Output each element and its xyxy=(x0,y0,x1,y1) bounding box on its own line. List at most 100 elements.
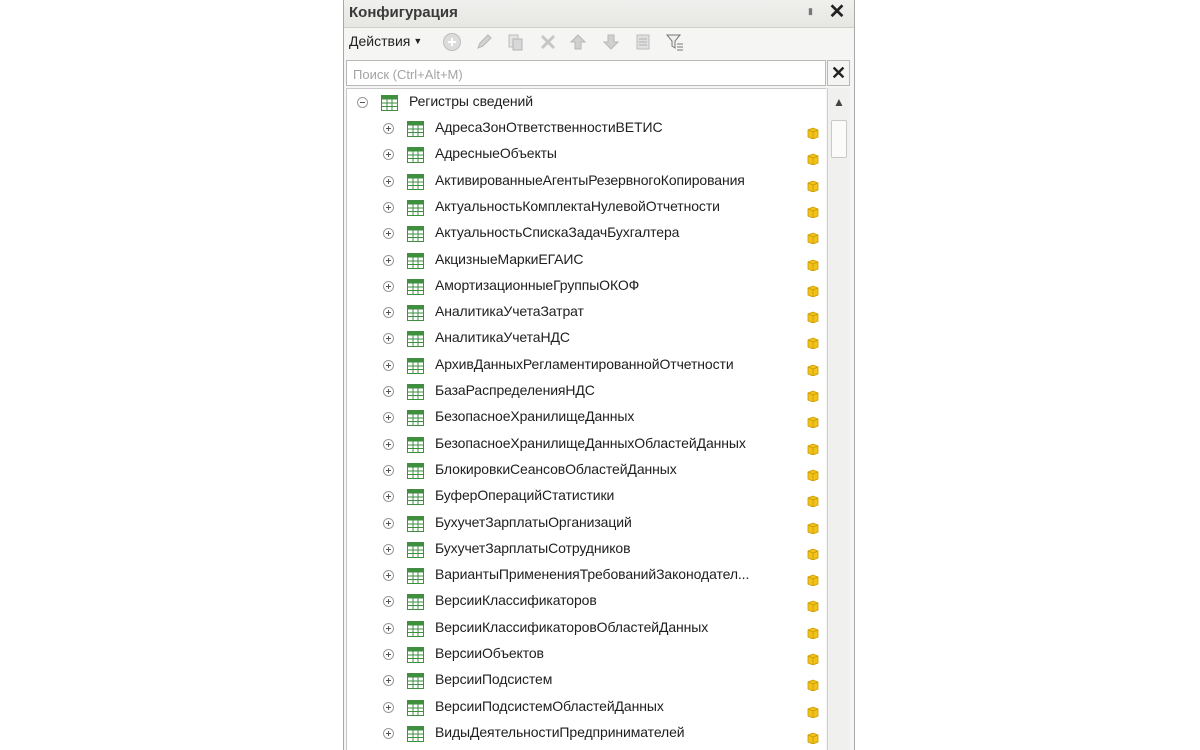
register-icon xyxy=(407,489,424,506)
scroll-up-icon[interactable]: ▲ xyxy=(831,90,847,114)
tree-item[interactable]: БухучетЗарплатыОрганизаций xyxy=(347,511,825,537)
register-icon xyxy=(407,410,424,427)
expand-icon[interactable] xyxy=(383,570,394,582)
expand-icon[interactable] xyxy=(383,622,394,634)
delete-icon[interactable] xyxy=(538,32,558,52)
tree-item[interactable]: АналитикаУчетаНДС xyxy=(347,326,825,352)
tree-item[interactable]: БлокировкиСеансовОбластейДанных xyxy=(347,458,825,484)
expand-icon[interactable] xyxy=(383,464,394,476)
register-icon xyxy=(407,357,424,374)
supported-object-icon xyxy=(807,285,819,297)
expand-icon[interactable] xyxy=(383,543,394,555)
register-icon xyxy=(407,594,424,611)
register-icon xyxy=(407,515,424,532)
edit-icon[interactable] xyxy=(474,32,494,52)
sort-icon[interactable] xyxy=(633,32,653,52)
register-icon xyxy=(407,620,424,637)
tree-item[interactable]: АктуальностьКомплектаНулевойОтчетности xyxy=(347,195,825,221)
expand-icon[interactable] xyxy=(383,386,394,397)
expand-icon[interactable] xyxy=(383,649,394,660)
expand-icon[interactable] xyxy=(383,149,394,161)
move-down-icon[interactable] xyxy=(601,32,621,52)
actions-menu-button[interactable]: Действия ▼ xyxy=(349,33,422,49)
filter-icon[interactable] xyxy=(665,32,685,52)
register-icon xyxy=(407,384,424,400)
tree-item-label: АналитикаУчетаЗатрат xyxy=(435,303,584,320)
expand-icon[interactable] xyxy=(383,175,394,187)
tree-item[interactable]: АктивированныеАгентыРезервногоКопировани… xyxy=(347,169,825,195)
expand-icon[interactable] xyxy=(383,412,394,424)
tree-item[interactable]: АкцизныеМаркиЕГАИС xyxy=(347,248,825,274)
tree-item[interactable]: ВерсииПодсистем xyxy=(347,668,825,694)
supported-object-icon xyxy=(807,337,819,350)
tree-item[interactable]: ВерсииОбъектов xyxy=(347,642,825,668)
supported-object-icon xyxy=(807,311,819,324)
tree-item[interactable]: БезопасноеХранилищеДанныхОбластейДанных xyxy=(347,432,825,458)
chevron-down-icon: ▼ xyxy=(413,36,423,46)
tree-item[interactable]: АмортизационныеГруппыОКОФ xyxy=(347,274,825,300)
tree-item-label: ВерсииКлассификаторов xyxy=(435,592,597,609)
search-clear-button[interactable]: ✕ xyxy=(827,60,850,86)
actions-menu-label: Действия xyxy=(349,33,411,49)
register-icon xyxy=(407,226,424,243)
expand-icon[interactable] xyxy=(383,228,394,240)
pin-icon[interactable]: ▮ xyxy=(808,5,815,17)
tree-item-label: АкцизныеМаркиЕГАИС xyxy=(435,250,584,267)
register-icon xyxy=(407,673,424,690)
register-icon xyxy=(407,252,424,269)
expand-icon[interactable] xyxy=(383,727,394,739)
expand-icon[interactable] xyxy=(383,254,394,266)
supported-object-icon xyxy=(807,469,819,481)
expand-icon[interactable] xyxy=(383,438,394,450)
tree-item[interactable]: ВерсииКлассификаторов xyxy=(347,589,825,615)
tree-item[interactable]: ВариантыПримененияТребованийЗаконодател.… xyxy=(347,563,825,589)
tree-item[interactable]: АдресаЗонОтветственностиВЕТИС xyxy=(347,116,825,142)
tree-item-label: АналитикаУчетаНДС xyxy=(435,329,570,346)
tree-item[interactable]: АналитикаУчетаЗатрат xyxy=(347,300,825,326)
tree-root-registers[interactable]: Регистры сведений xyxy=(347,90,825,116)
collapse-icon[interactable] xyxy=(357,97,368,108)
expand-icon[interactable] xyxy=(383,596,394,608)
supported-object-icon xyxy=(807,443,819,455)
register-icon xyxy=(407,568,424,585)
tree-item[interactable]: АрхивДанныхРегламентированнойОтчетности xyxy=(347,353,825,379)
add-icon[interactable] xyxy=(442,32,462,52)
close-panel-button[interactable]: ✕ xyxy=(826,1,848,23)
tree-item[interactable]: БазаРаспределенияНДС xyxy=(347,379,825,405)
expand-icon[interactable] xyxy=(383,701,394,713)
tree-root-label: Регистры сведений xyxy=(409,93,533,109)
register-icon xyxy=(407,462,424,479)
scroll-thumb[interactable] xyxy=(831,120,847,158)
expand-icon[interactable] xyxy=(383,280,394,292)
supported-object-icon xyxy=(807,522,819,534)
tree-item[interactable]: БуферОперацийСтатистики xyxy=(347,484,825,510)
expand-icon[interactable] xyxy=(383,491,394,503)
tree-item[interactable]: ВидыДеятельностиПредпринимателей xyxy=(347,721,825,747)
tree-item[interactable]: ВерсииПодсистемОбластейДанных xyxy=(347,695,825,721)
tree-item[interactable]: БезопасноеХранилищеДанных xyxy=(347,405,825,431)
supported-object-icon xyxy=(807,127,819,139)
expand-icon[interactable] xyxy=(383,333,394,345)
expand-icon[interactable] xyxy=(383,123,394,134)
tree-item-label: ВерсииОбъектов xyxy=(435,645,544,661)
move-up-icon[interactable] xyxy=(568,32,588,52)
tree-item-label: БуферОперацийСтатистики xyxy=(435,487,615,504)
search-input[interactable] xyxy=(351,62,825,86)
expand-icon[interactable] xyxy=(383,675,394,687)
supported-object-icon xyxy=(807,364,819,376)
tree-item-label: ВерсииКлассификаторовОбластейДанных xyxy=(435,618,709,635)
vertical-scrollbar[interactable]: ▲ xyxy=(827,88,850,750)
expand-icon[interactable] xyxy=(383,517,394,529)
tree-item[interactable]: ВерсииКлассификаторовОбластейДанных xyxy=(347,616,825,642)
expand-icon[interactable] xyxy=(383,307,394,319)
supported-object-icon xyxy=(807,653,819,665)
tree-item[interactable]: АдресныеОбъекты xyxy=(347,142,825,168)
tree-item[interactable]: БухучетЗарплатыСотрудников xyxy=(347,537,825,563)
copy-icon[interactable] xyxy=(505,32,525,52)
expand-icon[interactable] xyxy=(383,201,394,213)
tree-item[interactable]: АктуальностьСпискаЗадачБухгалтера xyxy=(347,221,825,247)
supported-object-icon xyxy=(807,732,819,744)
tree-item-label: ВерсииПодсистем xyxy=(435,671,553,688)
register-icon xyxy=(407,121,424,137)
expand-icon[interactable] xyxy=(383,359,394,371)
